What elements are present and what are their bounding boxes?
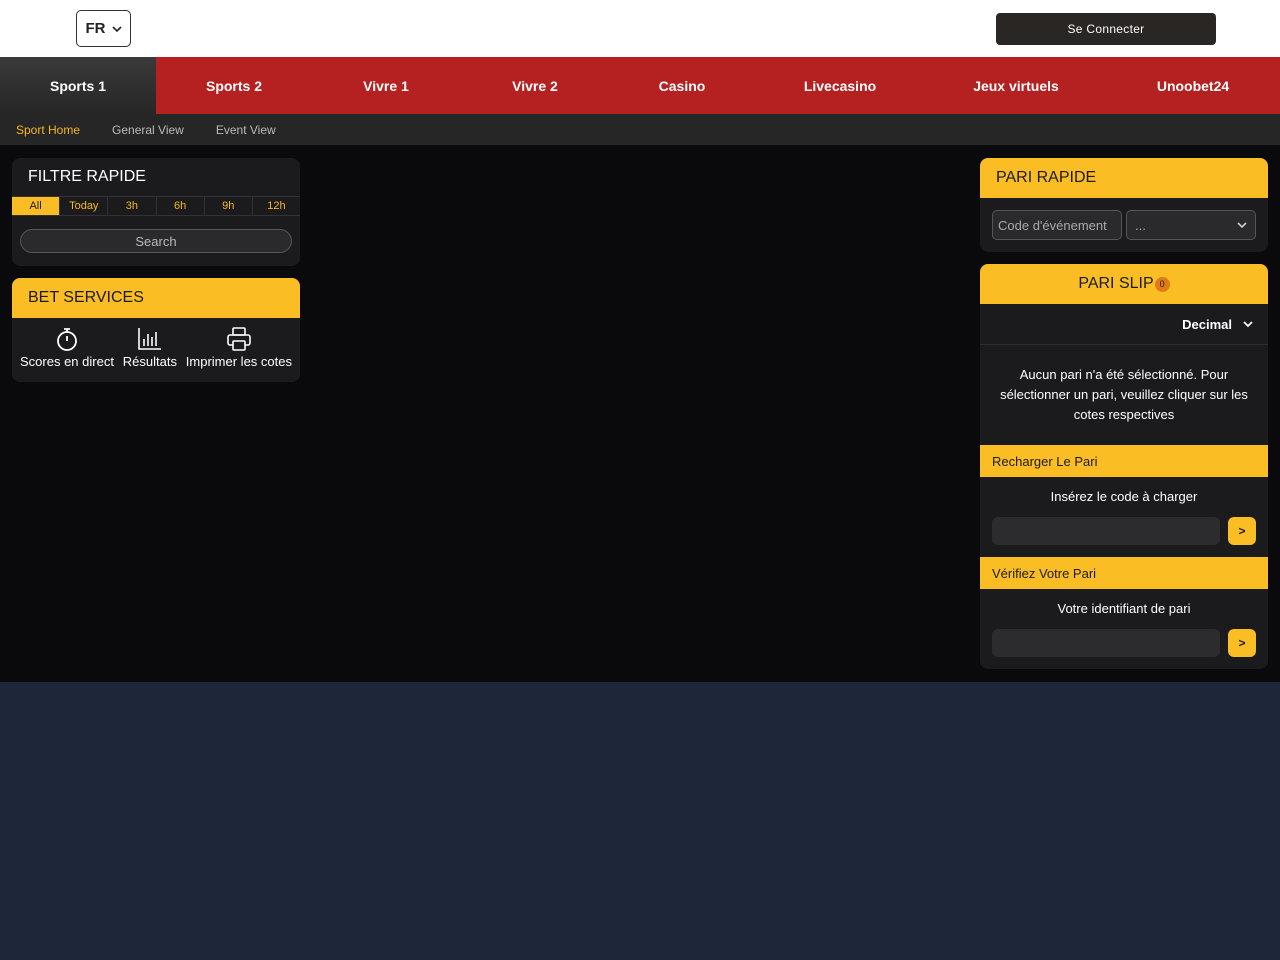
sub-nav-general-view[interactable]: General View [112, 123, 184, 137]
live-scores-label: Scores en direct [20, 354, 114, 369]
reload-bet-header: Recharger Le Pari [980, 445, 1268, 477]
sub-nav: Sport Home General View Event View [0, 114, 1280, 145]
nav-item-sports-2[interactable]: Sports 2 [156, 57, 312, 114]
bet-slip-title: PARI SLIP [1078, 275, 1154, 292]
verify-bet-header: Vérifiez Votre Pari [980, 557, 1268, 589]
verify-submit-button[interactable]: > [1228, 629, 1256, 657]
nav-item-unoobet24[interactable]: Unoobet24 [1106, 57, 1280, 114]
empty-slip-message: Aucun pari n'a été sélectionné. Pour sél… [1000, 367, 1248, 422]
time-tab-3h[interactable]: 3h [108, 197, 157, 215]
quick-bet-panel: PARI RAPIDE Code d'événement ... [980, 158, 1268, 252]
time-tab-6h[interactable]: 6h [157, 197, 205, 215]
quick-bet-select[interactable]: ... [1126, 210, 1256, 240]
quick-bet-select-value: ... [1135, 217, 1146, 233]
chevron-down-icon [111, 25, 122, 32]
bet-count-badge: 0 [1154, 276, 1170, 292]
live-scores-button[interactable]: Scores en direct [20, 326, 114, 369]
odds-format-select[interactable]: Decimal [980, 304, 1268, 345]
verify-bet-label: Votre identifiant de pari [1057, 601, 1191, 616]
nav-item-livecasino[interactable]: Livecasino [754, 57, 926, 114]
top-header: FR Se Connecter [0, 0, 1280, 57]
bet-slip-header: PARI SLIP 0 [980, 264, 1268, 304]
bar-chart-icon [138, 328, 161, 350]
login-button[interactable]: Se Connecter [996, 13, 1216, 45]
time-tab-9h[interactable]: 9h [205, 197, 253, 215]
time-tab-12h[interactable]: 12h [253, 197, 300, 215]
quick-filter-title: FILTRE RAPIDE [28, 168, 146, 185]
chevron-down-icon [1237, 222, 1247, 229]
bet-services-title: BET SERVICES [12, 278, 300, 318]
quick-filter-panel: FILTRE RAPIDE All Today 3h 6h 9h 12h Sea… [12, 158, 300, 266]
sub-nav-event-view[interactable]: Event View [216, 123, 276, 137]
reload-code-input[interactable] [992, 517, 1220, 545]
sub-nav-sport-home[interactable]: Sport Home [16, 123, 80, 137]
event-code-input[interactable]: Code d'événement [992, 210, 1122, 240]
main-content: FILTRE RAPIDE All Today 3h 6h 9h 12h Sea… [0, 145, 1280, 682]
print-odds-button[interactable]: Imprimer les cotes [186, 326, 292, 369]
quick-bet-title: PARI RAPIDE [980, 158, 1268, 198]
nav-item-casino[interactable]: Casino [610, 57, 754, 114]
odds-format-value: Decimal [1182, 316, 1232, 332]
nav-item-jeux-virtuels[interactable]: Jeux virtuels [926, 57, 1106, 114]
reload-submit-button[interactable]: > [1228, 517, 1256, 545]
main-nav: Sports 1 Sports 2 Vivre 1 Vivre 2 Casino… [0, 57, 1280, 114]
time-tab-all[interactable]: All [12, 197, 61, 215]
bet-id-input[interactable] [992, 629, 1220, 657]
print-odds-label: Imprimer les cotes [185, 354, 292, 369]
chevron-down-icon [1243, 321, 1253, 328]
time-filter-tabs: All Today 3h 6h 9h 12h [12, 196, 300, 216]
nav-item-vivre-2[interactable]: Vivre 2 [460, 57, 610, 114]
nav-item-vivre-1[interactable]: Vivre 1 [312, 57, 460, 114]
search-input[interactable]: Search [20, 229, 292, 253]
bet-slip-panel: PARI SLIP 0 Decimal Aucun pari n'a été s… [980, 264, 1268, 669]
language-select[interactable]: FR [76, 10, 131, 47]
reload-bet-label: Insérez le code à charger [1050, 489, 1198, 504]
results-button[interactable]: Résultats [123, 326, 177, 369]
printer-icon [227, 327, 251, 351]
nav-item-sports-1[interactable]: Sports 1 [0, 57, 156, 114]
time-tab-today[interactable]: Today [60, 197, 109, 215]
results-label: Résultats [122, 354, 177, 369]
language-label: FR [85, 20, 106, 37]
bet-services-panel: BET SERVICES Scores en direct Résultats … [12, 278, 300, 382]
stopwatch-icon [57, 328, 77, 351]
